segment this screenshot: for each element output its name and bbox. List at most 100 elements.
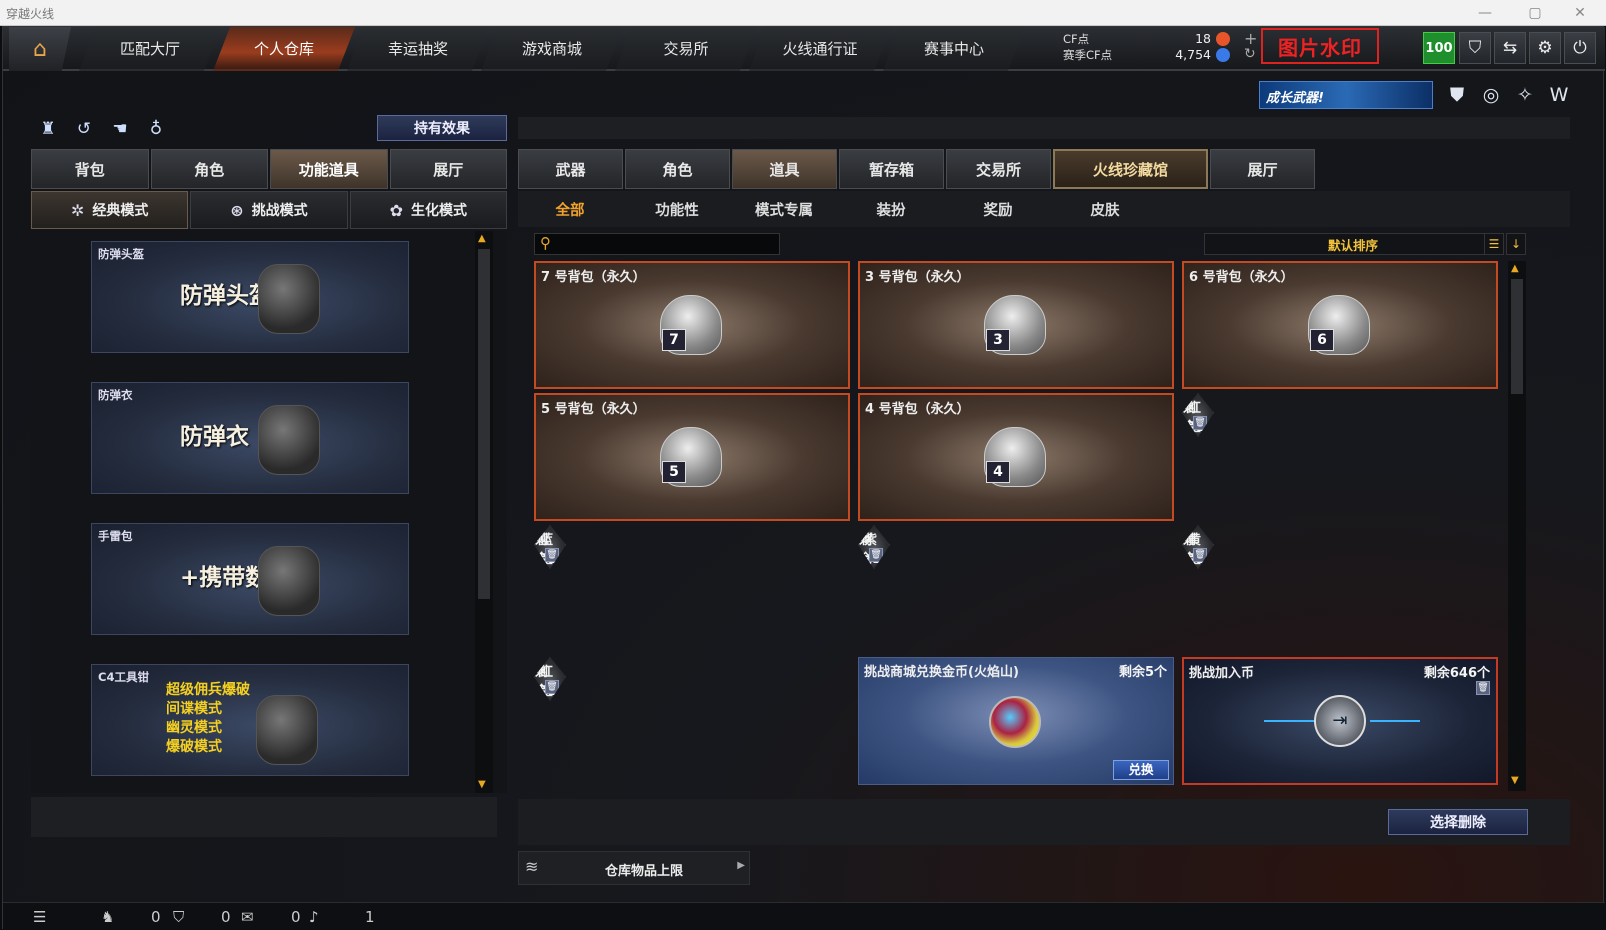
item-card[interactable]: 挑战商城兑换金币(火焰山) 剩余5个 兑换 [858,657,1174,785]
minimize-button[interactable]: — [1470,2,1500,24]
left-scrollbar[interactable]: ▲ ▼ [475,231,493,793]
right-tab-5[interactable]: 火线珍藏馆 [1053,149,1208,189]
subtab-0[interactable]: 全部 [518,191,622,227]
refresh-icon[interactable]: ↻ [1244,46,1256,62]
item-card[interactable]: 红宝石剩余1个🗑 [1182,393,1214,437]
item-card[interactable]: 7 号背包（永久） 7 [534,261,850,389]
wrench-icon[interactable]: ✧ [1511,81,1539,109]
trash-icon[interactable]: 🗑 [545,548,559,562]
sort-direction-icon[interactable]: ↓ [1506,233,1526,255]
scroll-thumb[interactable] [1511,279,1523,394]
left-tab-1[interactable]: 角色 [150,149,268,189]
left-tab-0[interactable]: 背包 [31,149,149,189]
grenade-icon[interactable]: ♁ [143,116,169,142]
trash-icon[interactable]: 🗑 [1193,416,1207,430]
subtab-5[interactable]: 皮肤 [1053,191,1157,227]
subtab-2[interactable]: 模式专属 [732,191,836,227]
storage-capacity-bar[interactable]: ≋ 仓库物品上限 ▶ [518,851,750,885]
item-grid: 7 号背包（永久） 7 3 号背包（永久） 3 6 号背包（永久） 6 5 号背包（永久） 5… [534,261,1500,791]
shield-status-icon[interactable]: ⛉ [173,908,184,926]
chat-icon[interactable]: ✉ [241,908,254,926]
speaker-icon[interactable]: ♪ [309,908,319,926]
subtab-4[interactable]: 奖励 [946,191,1050,227]
right-tab-3[interactable]: 暂存箱 [839,149,944,189]
search-input[interactable]: ⚲ [534,233,780,255]
mode-icon-1: ⊛ [230,200,244,220]
item-card[interactable]: 6 号背包（永久） 6 [1182,261,1498,389]
power-icon[interactable]: ⏻ [1564,32,1596,64]
menu-icon[interactable]: ☰ [33,908,46,926]
subtab-1[interactable]: 功能性 [625,191,729,227]
item-card[interactable]: 紫水晶剩余1个🗑 [858,525,890,569]
trash-icon[interactable]: 🗑 [1476,681,1490,695]
item-card[interactable]: 5 号背包（永久） 5 [534,393,850,521]
scroll-thumb[interactable] [478,249,490,599]
trash-icon[interactable]: 🗑 [1193,548,1207,562]
home-button[interactable]: ⌂ [9,27,71,71]
grid-scrollbar[interactable]: ▲ ▼ [1508,261,1526,791]
trash-icon[interactable]: 🗑 [545,680,559,694]
left-item-card[interactable]: C4工具钳 超级佣兵爆破 间谍模式 幽灵模式 爆破模式 [91,664,409,776]
growth-weapon-banner[interactable]: 成长武器! [1259,81,1433,109]
level-badge[interactable]: 100 [1423,32,1455,64]
item-card[interactable]: 黄宝石剩余1个🗑 [1182,525,1214,569]
mode-icon-0: ✲ [70,200,85,220]
scroll-down-icon[interactable]: ▼ [478,779,486,790]
mode-tab-0[interactable]: ✲ 经典模式 [31,191,189,229]
left-item-picture [256,695,318,765]
mode-tab-1[interactable]: ⊛ 挑战模式 [190,191,348,229]
right-tab-4[interactable]: 交易所 [946,149,1051,189]
left-item-card[interactable]: 防弹衣 防弹衣 [91,382,409,494]
right-tab-0[interactable]: 武器 [518,149,623,189]
bag-number: 3 [986,329,1010,351]
globe-icon[interactable]: ◎ [1477,81,1505,109]
item-card[interactable]: 蓝宝石剩余1个🗑 [534,525,566,569]
left-footer [31,797,497,837]
trash-icon[interactable]: 🗑 [869,548,883,562]
wings-icon[interactable]: W [1545,81,1573,109]
settings-gear-icon[interactable]: ⚙ [1529,32,1561,64]
hand-icon[interactable]: ☚ [107,116,133,142]
close-button[interactable]: ✕ [1565,2,1595,24]
left-tab-3[interactable]: 展厅 [389,149,507,189]
badge-icon[interactable]: ⛊ [1443,81,1471,109]
exchange-button[interactable]: 兑换 [1113,760,1169,780]
item-card[interactable]: 3 号背包（永久） 3 [858,261,1174,389]
nav-tab-3[interactable]: 游戏商城 [481,27,623,71]
subtab-3[interactable]: 装扮 [839,191,943,227]
item-card[interactable]: 红宝石剩余2个🗑 [534,657,566,701]
cycle-icon[interactable]: ↺ [71,116,97,142]
expand-arrow-icon[interactable]: ▶ [737,860,745,871]
item-card[interactable]: 4 号背包（永久） 4 [858,393,1174,521]
left-item-card[interactable]: 防弹头盔 防弹头盔 [91,241,409,353]
left-item-card[interactable]: 手雷包 +携带数 [91,523,409,635]
hold-effect-button[interactable]: 持有效果 [377,115,507,141]
select-delete-button[interactable]: 选择删除 [1388,809,1528,835]
item-name: 4 号背包（永久） [865,402,970,417]
status-count-4: 1 [365,908,375,926]
sort-dropdown[interactable]: 默认排序 [1204,233,1502,255]
scroll-up-icon[interactable]: ▲ [478,233,486,244]
right-tab-6[interactable]: 展厅 [1210,149,1315,189]
nav-tab-0[interactable]: 匹配大厅 [79,27,221,71]
home-icon: ⌂ [33,36,47,62]
nav-tab-6[interactable]: 赛事中心 [883,27,1025,71]
nav-tab-1[interactable]: 个人仓库 [213,27,355,71]
shield-icon[interactable]: ⛉ [1459,32,1491,64]
party-icon[interactable]: ♞ [101,908,114,926]
nav-tab-5[interactable]: 火线通行证 [749,27,891,71]
list-view-icon[interactable]: ☰ [1484,233,1504,255]
left-tab-2[interactable]: 功能道具 [270,149,388,189]
scroll-down-icon[interactable]: ▼ [1511,775,1519,786]
nav-tab-4[interactable]: 交易所 [615,27,757,71]
swap-icon[interactable]: ⇆ [1494,32,1526,64]
rank-icon[interactable]: ♜ [35,116,61,142]
right-tab-2[interactable]: 道具 [732,149,837,189]
right-tab-1[interactable]: 角色 [625,149,730,189]
nav-tab-2[interactable]: 幸运抽奖 [347,27,489,71]
scroll-up-icon[interactable]: ▲ [1511,263,1519,274]
mode-tab-2[interactable]: ✿ 生化模式 [349,191,507,229]
c4-mode-line: 幽灵模式 [166,720,222,736]
maximize-button[interactable]: ▢ [1520,2,1550,24]
item-card[interactable]: 挑战加入币 剩余646个 🗑 ⇥ [1182,657,1498,785]
